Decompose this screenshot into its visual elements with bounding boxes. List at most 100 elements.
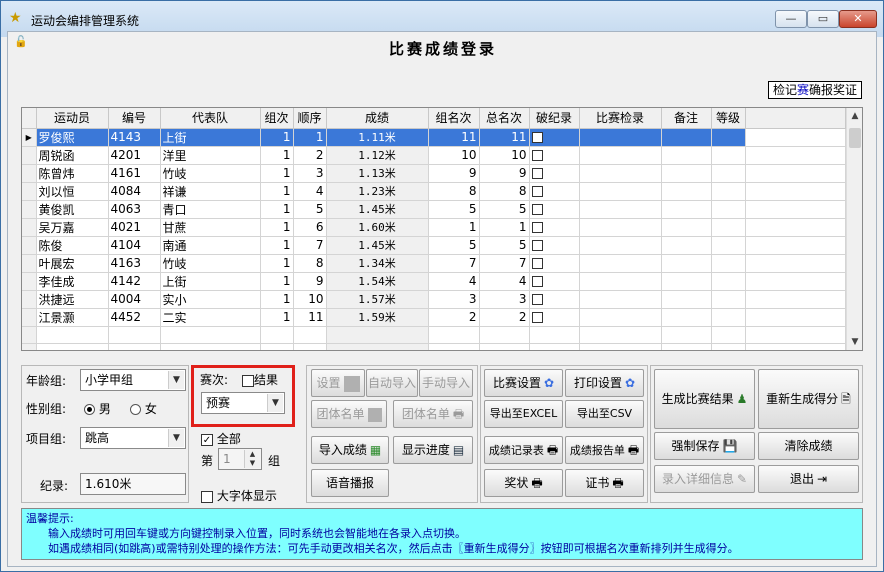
cell-level[interactable] <box>711 200 746 219</box>
cell-total-rank[interactable] <box>479 343 530 350</box>
match-setup-button[interactable]: 比赛设置 ✿ <box>484 369 563 397</box>
cell-group[interactable]: 1 <box>260 218 294 237</box>
cell-score[interactable] <box>326 343 429 350</box>
col-header-athlete[interactable]: 运动员 <box>36 108 109 129</box>
col-header-group[interactable]: 组次 <box>260 108 294 129</box>
cell-level[interactable] <box>711 308 746 327</box>
cell-note[interactable] <box>661 164 712 183</box>
cell-order[interactable]: 3 <box>293 164 327 183</box>
cell-note[interactable] <box>661 290 712 309</box>
cell-group[interactable]: 1 <box>260 164 294 183</box>
cell-score[interactable]: 1.12米 <box>326 146 429 165</box>
show-progress-button[interactable]: 显示进度 ▤ <box>393 436 473 464</box>
cell-score[interactable]: 1.34米 <box>326 254 429 273</box>
cell-group-rank[interactable]: 3 <box>428 290 480 309</box>
cell-record[interactable] <box>529 343 580 350</box>
cell-athlete[interactable]: 陈俊 <box>36 236 109 255</box>
cell-team[interactable]: 洋里 <box>160 146 261 165</box>
table-row[interactable]: 吴万嘉 4021 甘蔗 1 6 1.60米 1 1 <box>22 218 846 237</box>
record-checkbox[interactable] <box>531 168 543 179</box>
cell-record[interactable] <box>529 164 580 183</box>
cell-note[interactable] <box>661 182 712 201</box>
voice-broadcast-button[interactable]: 语音播报 <box>311 469 389 497</box>
cell-order[interactable]: 10 <box>293 290 327 309</box>
cell-number[interactable]: 4201 <box>108 146 161 165</box>
record-checkbox[interactable] <box>531 294 543 305</box>
cell-record[interactable] <box>529 128 580 147</box>
generate-result-button[interactable]: 生成比赛结果 ♟ <box>654 369 755 429</box>
cell-athlete[interactable] <box>36 343 109 350</box>
cell-note[interactable] <box>661 128 712 147</box>
cell-group[interactable]: 1 <box>260 308 294 327</box>
cell-note[interactable] <box>661 218 712 237</box>
group-spinner[interactable]: 1 ▲ ▼ <box>218 448 262 470</box>
cell-order[interactable]: 1 <box>293 128 327 147</box>
cell-order[interactable]: 9 <box>293 272 327 291</box>
cell-note[interactable] <box>661 254 712 273</box>
cell-group[interactable]: 1 <box>260 182 294 201</box>
cell-checkin[interactable] <box>579 254 662 273</box>
cell-checkin[interactable] <box>579 308 662 327</box>
cell-group[interactable]: 1 <box>260 236 294 255</box>
regenerate-score-button[interactable]: 重新生成得分 🗎 <box>758 369 859 429</box>
cell-score[interactable]: 1.23米 <box>326 182 429 201</box>
cell-team[interactable]: 上街 <box>160 128 261 147</box>
col-header-total-rank[interactable]: 总名次 <box>479 108 530 129</box>
import-scores-button[interactable]: 导入成绩 ▦ <box>311 436 389 464</box>
cell-level[interactable] <box>711 128 746 147</box>
cell-total-rank[interactable]: 11 <box>479 128 530 147</box>
export-csv-button[interactable]: 导出至CSV <box>565 400 644 428</box>
cell-level[interactable] <box>711 326 746 344</box>
cell-record[interactable] <box>529 254 580 273</box>
cell-athlete[interactable]: 李佳成 <box>36 272 109 291</box>
cell-level[interactable] <box>711 182 746 201</box>
cell-checkin[interactable] <box>579 272 662 291</box>
cell-score[interactable]: 1.59米 <box>326 308 429 327</box>
col-header-score[interactable]: 成绩 <box>326 108 429 129</box>
cell-total-rank[interactable]: 7 <box>479 254 530 273</box>
cell-total-rank[interactable]: 5 <box>479 236 530 255</box>
cell-number[interactable]: 4021 <box>108 218 161 237</box>
cell-score[interactable]: 1.11米 <box>326 128 429 147</box>
cell-group-rank[interactable]: 10 <box>428 146 480 165</box>
cell-total-rank[interactable]: 9 <box>479 164 530 183</box>
table-row[interactable]: 陈曾炜 4161 竹岐 1 3 1.13米 9 9 <box>22 164 846 183</box>
cell-total-rank[interactable]: 4 <box>479 272 530 291</box>
col-header-group-rank[interactable]: 组名次 <box>428 108 480 129</box>
cell-number[interactable]: 4084 <box>108 182 161 201</box>
cell-team[interactable]: 二实 <box>160 308 261 327</box>
cell-total-rank[interactable]: 3 <box>479 290 530 309</box>
cell-note[interactable] <box>661 343 712 350</box>
gender-male-option[interactable]: 男 <box>84 400 111 417</box>
col-header-note[interactable]: 备注 <box>661 108 712 129</box>
table-row[interactable]: 黄俊凯 4063 青口 1 5 1.45米 5 5 <box>22 200 846 219</box>
cell-checkin[interactable] <box>579 200 662 219</box>
cell-level[interactable] <box>711 236 746 255</box>
all-checkbox[interactable]: ✓ 全部 <box>201 430 241 447</box>
cell-group-rank[interactable]: 7 <box>428 254 480 273</box>
cell-level[interactable] <box>711 290 746 309</box>
cell-athlete[interactable]: 周锐函 <box>36 146 109 165</box>
chevron-down-icon[interactable]: ▼ <box>168 429 184 447</box>
cell-checkin[interactable] <box>579 128 662 147</box>
cell-checkin[interactable] <box>579 326 662 344</box>
col-header-level[interactable]: 等级 <box>711 108 746 129</box>
gender-female-option[interactable]: 女 <box>130 400 157 417</box>
cell-group-rank[interactable]: 1 <box>428 218 480 237</box>
table-row[interactable]: 刘以恒 4084 祥谦 1 4 1.23米 8 8 <box>22 182 846 201</box>
age-group-select[interactable]: 小学甲组 ▼ <box>80 369 186 391</box>
record-checkbox[interactable] <box>531 204 543 215</box>
cell-record[interactable] <box>529 218 580 237</box>
cell-order[interactable]: 8 <box>293 254 327 273</box>
cell-checkin[interactable] <box>579 164 662 183</box>
scroll-up-icon[interactable]: ▲ <box>847 108 862 124</box>
cell-order[interactable]: 2 <box>293 146 327 165</box>
cell-group-rank[interactable] <box>428 343 480 350</box>
cell-note[interactable] <box>661 308 712 327</box>
table-row[interactable]: 洪捷远 4004 实小 1 10 1.57米 3 3 <box>22 290 846 309</box>
cell-note[interactable] <box>661 272 712 291</box>
spinner-arrows-icon[interactable]: ▲ ▼ <box>244 450 260 468</box>
cell-group-rank[interactable]: 9 <box>428 164 480 183</box>
cell-number[interactable]: 4143 <box>108 128 161 147</box>
cell-record[interactable] <box>529 272 580 291</box>
